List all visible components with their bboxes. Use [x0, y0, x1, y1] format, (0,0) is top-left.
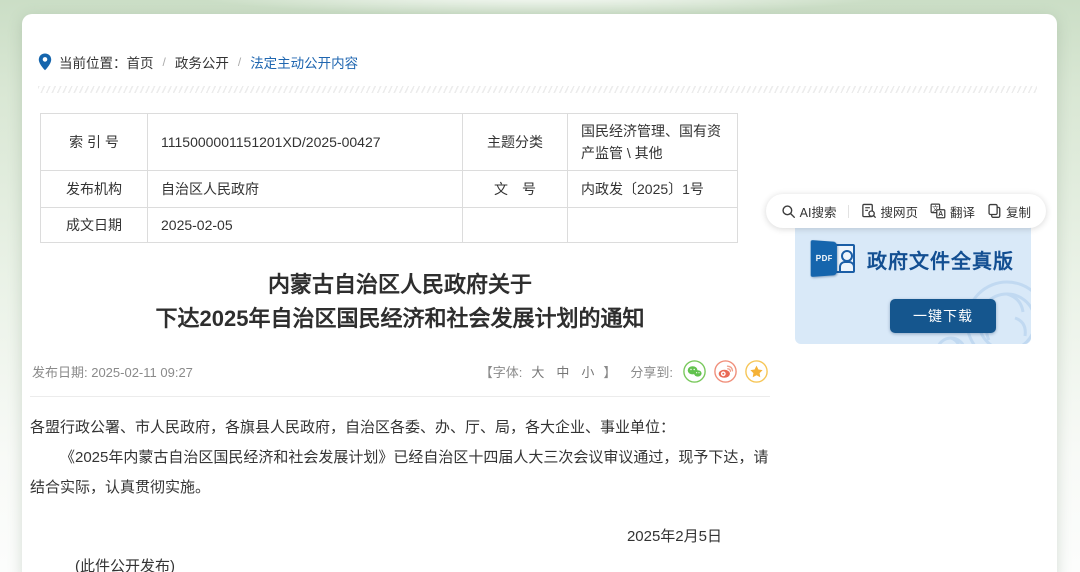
meta-label-empty — [463, 208, 568, 243]
meta-value-empty — [568, 208, 738, 243]
meta-label-written-date: 成文日期 — [41, 208, 148, 243]
table-row: 索 引 号 1115000001151201XD/2025-00427 主题分类… — [41, 114, 738, 171]
hatched-divider — [38, 86, 1037, 93]
meta-label-issuing-agency: 发布机构 — [41, 171, 148, 208]
article-meta-row: 发布日期: 2025-02-11 09:27 【字体: 大 中 小 】 分享到: — [32, 360, 768, 383]
meta-value-index-number: 1115000001151201XD/2025-00427 — [148, 114, 463, 171]
copy-button[interactable]: 复制 — [987, 202, 1031, 221]
search-webpage-button[interactable]: 搜网页 — [861, 202, 918, 221]
meta-value-issuing-agency: 自治区人民政府 — [148, 171, 463, 208]
pdf-card-header: PDF 政府文件全真版 — [811, 241, 1014, 277]
search-icon — [781, 204, 796, 219]
location-pin-icon — [38, 53, 52, 71]
pdf-icon-label: PDF — [816, 254, 833, 263]
document-meta-table: 索 引 号 1115000001151201XD/2025-00427 主题分类… — [40, 113, 738, 243]
sign-date: 2025年2月5日 — [30, 525, 770, 546]
toolbar-item-label: 翻译 — [950, 202, 975, 221]
body-paragraph: 《2025年内蒙古自治区国民经济和社会发展计划》已经自治区十四届人大三次会议审议… — [30, 443, 770, 503]
main-area: 索 引 号 1115000001151201XD/2025-00427 主题分类… — [22, 113, 1057, 572]
document-search-icon — [861, 203, 876, 219]
ai-search-button[interactable]: AI搜索 — [781, 202, 837, 221]
breadcrumb-gov-info[interactable]: 政务公开 — [175, 52, 229, 72]
meta-label-document-number: 文 号 — [463, 171, 568, 208]
title-line-2: 下达2025年自治区国民经济和社会发展计划的通知 — [30, 302, 770, 336]
breadcrumb-separator: / — [163, 55, 166, 69]
font-size-medium-button[interactable]: 中 — [556, 362, 569, 381]
download-button[interactable]: 一键下载 — [890, 299, 996, 333]
public-release-note: (此件公开发布) — [30, 553, 770, 572]
weibo-share-icon[interactable] — [714, 360, 737, 383]
toolbar-item-label: 搜网页 — [880, 202, 918, 221]
pdf-file-icon: PDF — [811, 241, 857, 277]
wechat-share-icon[interactable] — [683, 360, 706, 383]
pdf-download-card: PDF 政府文件全真版 一键下载 — [795, 215, 1031, 344]
font-widget-prefix: 【字体: — [480, 362, 523, 381]
breadcrumb-home[interactable]: 首页 — [127, 52, 154, 72]
toolbar-item-label: AI搜索 — [800, 202, 837, 221]
title-line-1: 内蒙古自治区人民政府关于 — [30, 268, 770, 302]
page-background: 当前位置： 首页 / 政务公开 / 法定主动公开内容 索 引 号 1115000… — [0, 0, 1080, 572]
share-icons — [683, 360, 768, 383]
floating-toolbar: AI搜索 搜网页 文A 翻译 复制 — [766, 194, 1046, 228]
svg-text:A: A — [938, 211, 943, 218]
document-column: 索 引 号 1115000001151201XD/2025-00427 主题分类… — [30, 113, 770, 572]
copy-icon — [987, 203, 1002, 219]
font-size-small-button[interactable]: 小 — [581, 362, 594, 381]
favorite-star-icon[interactable] — [745, 360, 768, 383]
meta-value-written-date: 2025-02-05 — [148, 208, 463, 243]
toolbar-item-label: 复制 — [1006, 202, 1031, 221]
font-size-large-button[interactable]: 大 — [531, 362, 544, 381]
font-widget-suffix: 】 — [603, 362, 616, 381]
translate-button[interactable]: 文A 翻译 — [930, 202, 975, 221]
content-card: 当前位置： 首页 / 政务公开 / 法定主动公开内容 索 引 号 1115000… — [22, 14, 1057, 572]
section-divider — [30, 396, 770, 397]
meta-value-topic-category: 国民经济管理、国有资产监管 \ 其他 — [568, 114, 738, 171]
meta-label-topic-category: 主题分类 — [463, 114, 568, 171]
document-body: 各盟行政公署、市人民政府，各旗县人民政府，自治区各委、办、厅、局，各大企业、事业… — [30, 413, 770, 503]
breadcrumb-current[interactable]: 法定主动公开内容 — [250, 52, 358, 72]
font-share-widget: 【字体: 大 中 小 】 分享到: — [480, 360, 768, 383]
pdf-card-title: 政府文件全真版 — [867, 245, 1014, 274]
meta-label-index-number: 索 引 号 — [41, 114, 148, 171]
table-row: 发布机构 自治区人民政府 文 号 内政发〔2025〕1号 — [41, 171, 738, 208]
breadcrumb-label: 当前位置： — [59, 52, 127, 72]
breadcrumb-separator: / — [238, 55, 241, 69]
salutation-paragraph: 各盟行政公署、市人民政府，各旗县人民政府，自治区各委、办、厅、局，各大企业、事业… — [30, 413, 770, 443]
share-label: 分享到: — [630, 362, 673, 381]
toolbar-divider — [848, 205, 849, 218]
translate-icon: 文A — [930, 203, 946, 219]
meta-value-document-number: 内政发〔2025〕1号 — [568, 171, 738, 208]
page-title: 内蒙古自治区人民政府关于 下达2025年自治区国民经济和社会发展计划的通知 — [30, 268, 770, 336]
table-row: 成文日期 2025-02-05 — [41, 208, 738, 243]
publish-date: 发布日期: 2025-02-11 09:27 — [32, 362, 193, 381]
document-person-icon — [834, 244, 855, 273]
breadcrumb: 当前位置： 首页 / 政务公开 / 法定主动公开内容 — [22, 14, 1057, 72]
